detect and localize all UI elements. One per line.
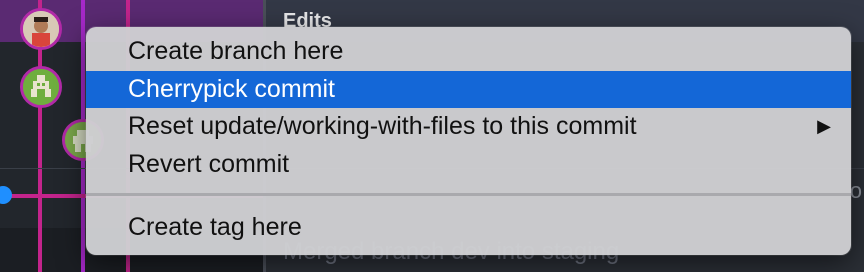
menu-item-reset-submenu[interactable]: Reset update/working-with-files to this … — [86, 108, 851, 146]
menu-item-label: Reset update/working-with-files to this … — [128, 112, 637, 140]
menu-item-cherrypick[interactable]: Cherrypick commit — [86, 70, 851, 108]
menu-item-label: Create branch here — [128, 37, 344, 65]
menu-separator — [86, 193, 851, 196]
identicon-avatar[interactable] — [20, 66, 62, 108]
branch-node-dot[interactable] — [0, 186, 12, 204]
menu-item-create-tag[interactable]: Create tag here — [86, 209, 851, 247]
commit-summary-truncated: o — [849, 178, 862, 203]
context-menu: Create branch here Cherrypick commit Res… — [86, 27, 851, 255]
menu-item-label: Create tag here — [128, 213, 302, 241]
author-avatar[interactable] — [20, 8, 62, 50]
triangle-right-icon: ▶ — [817, 116, 831, 136]
menu-item-create-branch[interactable]: Create branch here — [86, 33, 851, 71]
menu-item-revert[interactable]: Revert commit — [86, 146, 851, 184]
menu-item-label: Revert commit — [128, 149, 290, 178]
menu-item-label: Cherrypick commit — [128, 74, 335, 103]
